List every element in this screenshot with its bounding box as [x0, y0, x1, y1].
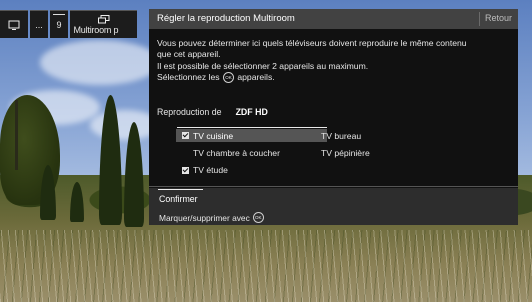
more-label: ... — [35, 19, 43, 30]
channel-number-tile[interactable]: 9 — [50, 10, 68, 38]
info-line: appareils. — [237, 71, 275, 82]
info-line: Vous pouvez déterminer ici quels télévis… — [157, 38, 467, 48]
device-option-tv-chambre[interactable]: TV chambre à coucher — [193, 148, 280, 158]
confirm-button[interactable]: Confirmer — [159, 194, 198, 204]
multiroom-icon — [97, 14, 109, 23]
device-option-tv-cuisine[interactable]: TV cuisine — [176, 129, 327, 142]
tv-tile[interactable] — [0, 10, 28, 38]
device-label: TV chambre à coucher — [193, 148, 280, 158]
multiroom-tile[interactable]: Multiroom p — [70, 10, 137, 38]
info-line-select: Sélectionnez les OK appareils. — [157, 71, 467, 84]
hint-label: Marquer/supprimer avec — [159, 212, 250, 223]
device-option-tv-bureau[interactable]: TV bureau — [321, 131, 361, 141]
reproduction-source: ZDF HD — [235, 107, 268, 117]
more-tile[interactable]: ... — [30, 10, 48, 38]
reproduction-row: Reproduction de ZDF HD — [157, 107, 268, 117]
info-line: que cet appareil. — [157, 49, 221, 60]
ok-button-icon: OK — [222, 72, 234, 84]
confirm-area: Confirmer Marquer/supprimer avec OK — [149, 188, 518, 225]
info-text: Vous pouvez déterminer ici quels télévis… — [157, 38, 467, 84]
ok-button-icon: OK — [252, 212, 264, 223]
hint-row: Marquer/supprimer avec OK — [159, 212, 265, 223]
checkbox-checked-icon — [182, 166, 189, 174]
dialog-header: Régler la reproduction Multiroom Retour — [149, 9, 518, 29]
selection-highlight-line — [177, 127, 327, 128]
number-tile-indicator — [53, 14, 65, 15]
channel-number: 9 — [56, 19, 62, 30]
device-option-tv-etude[interactable]: TV étude — [182, 165, 228, 175]
foreground-grass — [0, 230, 532, 302]
multiroom-dialog: Régler la reproduction Multiroom Retour … — [149, 9, 518, 225]
channel-bar: ... 9 Multiroom p — [0, 10, 137, 38]
info-line: Il est possible de sélectionner 2 appare… — [157, 60, 369, 71]
back-button[interactable]: Retour — [485, 13, 512, 23]
tree-trunk — [15, 100, 18, 170]
dialog-title: Régler la reproduction Multiroom — [157, 13, 295, 24]
device-label: TV étude — [193, 165, 228, 175]
device-label: TV bureau — [321, 131, 362, 141]
cloud — [40, 40, 160, 85]
multiroom-label: Multiroom p — [73, 24, 119, 35]
divider — [149, 186, 518, 187]
tv-icon — [8, 20, 20, 30]
device-label: TV pépinière — [321, 148, 370, 158]
confirm-focus-line — [158, 189, 203, 190]
device-label: TV cuisine — [193, 130, 234, 141]
info-line: Sélectionnez les — [157, 71, 220, 82]
device-option-tv-pepiniere[interactable]: TV pépinière — [321, 148, 370, 158]
checkbox-checked-icon — [182, 132, 189, 139]
reproduction-label: Reproduction de — [157, 107, 222, 117]
header-separator — [479, 12, 480, 26]
